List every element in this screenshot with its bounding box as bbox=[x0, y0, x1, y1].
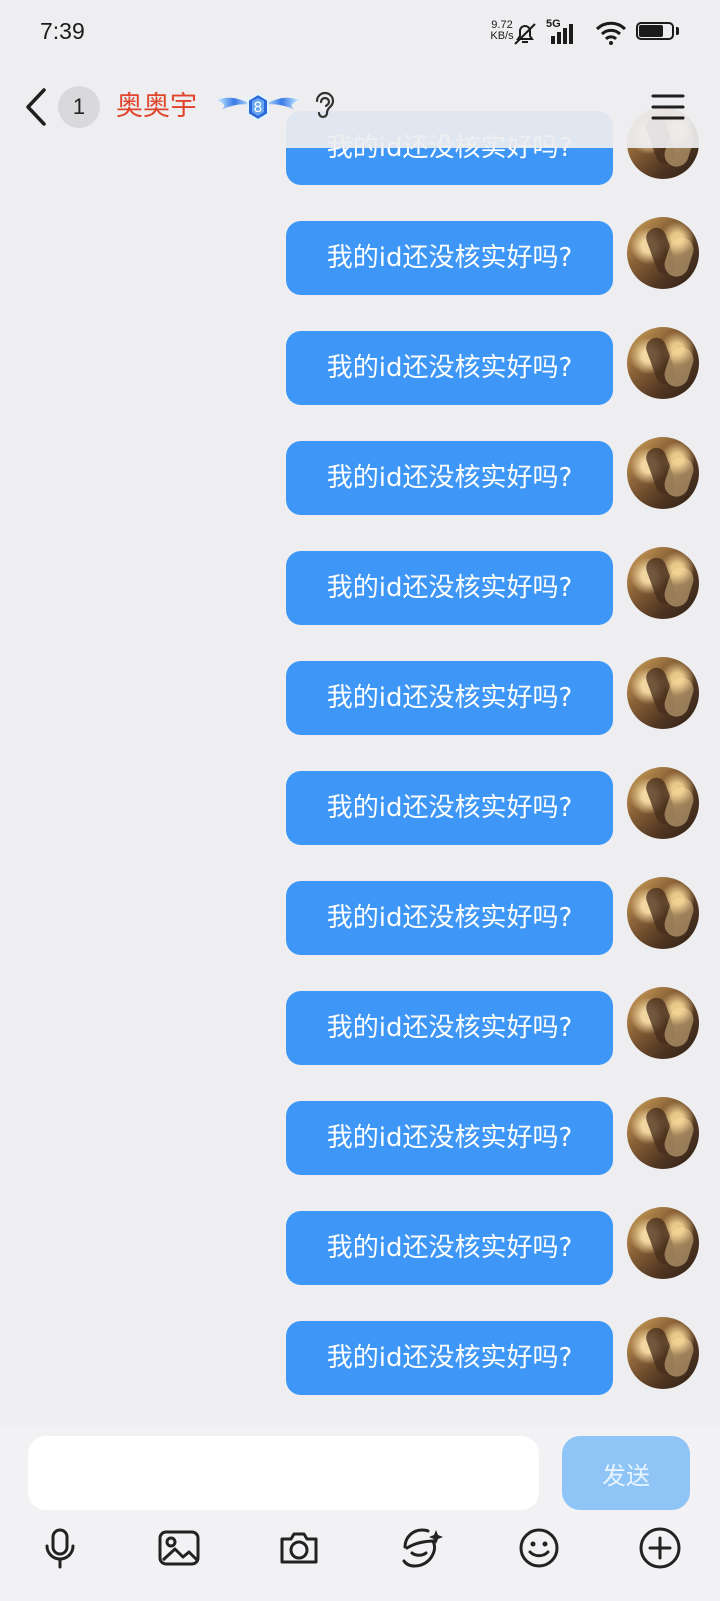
message-bubble[interactable]: 我的id还没核实好吗? bbox=[286, 551, 613, 625]
plus-icon[interactable] bbox=[636, 1524, 684, 1572]
mute-bell-icon bbox=[514, 23, 536, 45]
unread-count-badge[interactable]: 1 bbox=[58, 86, 100, 128]
back-arrow-icon[interactable] bbox=[22, 85, 52, 129]
message-row: 我的id还没核实好吗? bbox=[0, 767, 720, 845]
emoji-icon[interactable] bbox=[515, 1524, 563, 1572]
signal-icon bbox=[551, 24, 573, 44]
message-row: 我的id还没核实好吗? bbox=[0, 877, 720, 955]
message-bubble[interactable]: 我的id还没核实好吗? bbox=[286, 661, 613, 735]
message-row: 我的id还没核实好吗? bbox=[0, 1097, 720, 1175]
message-bubble[interactable]: 我的id还没核实好吗? bbox=[286, 771, 613, 845]
sticker-icon[interactable] bbox=[395, 1524, 443, 1572]
message-row: 我的id还没核实好吗? bbox=[0, 987, 720, 1065]
send-button[interactable]: 发送 bbox=[562, 1436, 690, 1510]
menu-icon[interactable] bbox=[650, 90, 686, 124]
avatar[interactable] bbox=[627, 437, 699, 509]
message-row: 我的id还没核实好吗? bbox=[0, 1317, 720, 1395]
status-time: 7:39 bbox=[40, 18, 85, 44]
status-bar: 7:39 9.72 KB/s 5G 71 bbox=[0, 0, 720, 66]
avatar[interactable] bbox=[627, 1207, 699, 1279]
message-bubble[interactable]: 我的id还没核实好吗? bbox=[286, 881, 613, 955]
avatar[interactable] bbox=[627, 327, 699, 399]
contact-name[interactable]: 奥奥宇 bbox=[116, 88, 197, 126]
message-row: 我的id还没核实好吗? bbox=[0, 327, 720, 405]
message-input[interactable] bbox=[28, 1436, 539, 1510]
battery-level: 71 bbox=[648, 25, 662, 37]
message-row: 我的id还没核实好吗? bbox=[0, 657, 720, 735]
message-bubble[interactable]: 我的id还没核实好吗? bbox=[286, 331, 613, 405]
message-bubble[interactable]: 我的id还没核实好吗? bbox=[286, 441, 613, 515]
message-bubble[interactable]: 我的id还没核实好吗? bbox=[286, 991, 613, 1065]
microphone-icon[interactable] bbox=[36, 1524, 84, 1572]
battery-icon: 71 bbox=[636, 22, 674, 40]
message-bubble[interactable]: 我的id还没核实好吗? bbox=[286, 221, 613, 295]
avatar[interactable] bbox=[627, 1097, 699, 1169]
camera-icon[interactable] bbox=[275, 1524, 323, 1572]
avatar[interactable] bbox=[627, 877, 699, 949]
message-bubble[interactable]: 我的id还没核实好吗? bbox=[286, 1321, 613, 1395]
avatar[interactable] bbox=[627, 657, 699, 729]
image-icon[interactable] bbox=[155, 1524, 203, 1572]
avatar[interactable] bbox=[627, 547, 699, 619]
battery-tip bbox=[676, 27, 679, 35]
message-bubble[interactable]: 我的id还没核实好吗? bbox=[286, 1101, 613, 1175]
avatar[interactable] bbox=[627, 767, 699, 839]
message-row: 我的id还没核实好吗? bbox=[0, 1207, 720, 1285]
avatar[interactable] bbox=[627, 217, 699, 289]
chat-header: 1 奥奥宇 8 bbox=[0, 66, 720, 148]
input-bar: 发送 bbox=[0, 1425, 720, 1601]
ear-icon[interactable] bbox=[311, 91, 337, 121]
vip-level-number: 8 bbox=[254, 100, 263, 116]
wifi-icon bbox=[595, 21, 627, 45]
vip-badge-icon[interactable]: 8 bbox=[213, 90, 303, 124]
message-row: 我的id还没核实好吗? bbox=[0, 437, 720, 515]
message-row: 我的id还没核实好吗? bbox=[0, 217, 720, 295]
avatar[interactable] bbox=[627, 987, 699, 1059]
avatar[interactable] bbox=[627, 1317, 699, 1389]
message-bubble[interactable]: 我的id还没核实好吗? bbox=[286, 1211, 613, 1285]
message-row: 我的id还没核实好吗? bbox=[0, 547, 720, 625]
